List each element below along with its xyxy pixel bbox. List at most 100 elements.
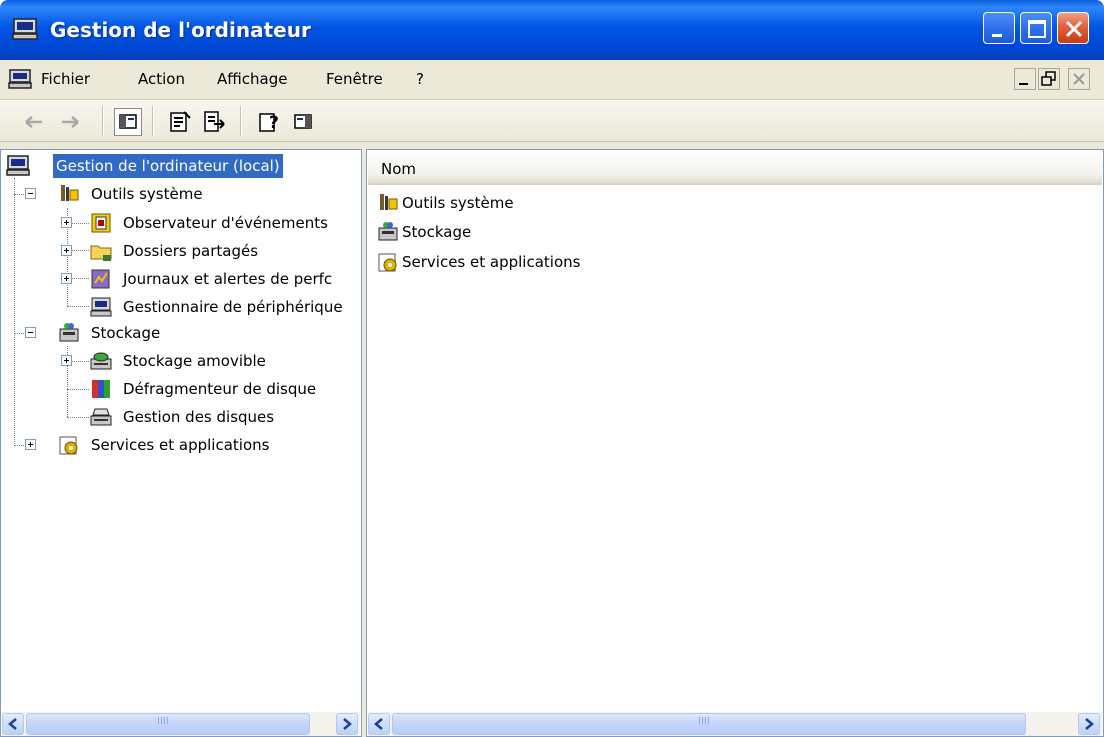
svg-text:?: ? <box>269 113 279 133</box>
restore-icon <box>1041 71 1056 86</box>
tree-label-perf-logs: Journaux et alertes de perfc <box>123 270 333 288</box>
tree-item-services-apps[interactable]: Services et applications <box>57 433 357 457</box>
tree-item-storage[interactable]: Stockage <box>57 321 357 345</box>
list-item-label: Outils système <box>402 194 514 212</box>
scroll-thumb[interactable]: IIII <box>26 713 310 735</box>
tree-item-defragmenter[interactable]: Défragmenteur de disque <box>89 377 361 401</box>
properties-button[interactable] <box>166 108 194 136</box>
scroll-thumb[interactable]: IIII <box>392 713 1026 735</box>
menu-affichage[interactable]: Affichage <box>217 70 287 88</box>
expand-toggle[interactable] <box>61 245 72 256</box>
toolbar-separator <box>240 106 242 136</box>
tree-label-disk-management: Gestion des disques <box>123 408 275 426</box>
title-bar[interactable]: Gestion de l'ordinateur <box>0 0 1104 60</box>
scroll-right-button[interactable] <box>336 713 358 735</box>
collapse-toggle[interactable] <box>25 327 36 338</box>
tree-item-perf-logs[interactable]: Journaux et alertes de perfc <box>89 267 359 291</box>
list-item[interactable]: Stockage <box>376 219 776 245</box>
tree-label-device-manager: Gestionnaire de périphérique <box>123 298 343 316</box>
child-minimize-button[interactable] <box>1014 68 1036 90</box>
removable-storage-icon <box>90 352 112 370</box>
tree-item-root[interactable]: Gestion de l'ordinateur (local) <box>1 154 361 178</box>
performance-logs-icon <box>91 269 110 289</box>
scroll-left-button[interactable] <box>2 713 24 735</box>
system-menu-icon[interactable] <box>8 68 32 90</box>
expand-toggle[interactable] <box>25 439 36 450</box>
tree-connector <box>14 178 15 446</box>
plus-icon <box>64 276 69 281</box>
scroll-grip-icon: IIII <box>698 716 710 727</box>
right-horizontal-scrollbar[interactable]: IIII <box>368 712 1102 736</box>
plus-icon <box>64 358 69 363</box>
list-item[interactable]: Outils système <box>376 190 776 216</box>
back-button[interactable] <box>20 108 48 136</box>
back-arrow-icon <box>25 116 42 128</box>
tree-item-system-tools[interactable]: Outils système <box>57 182 357 206</box>
tree-item-shared-folders[interactable]: Dossiers partagés <box>89 239 361 263</box>
tree-item-removable-storage[interactable]: Stockage amovible <box>89 349 361 373</box>
toolbar: ? <box>0 100 1104 142</box>
tree-connector <box>67 389 89 390</box>
minus-icon <box>28 332 33 333</box>
close-icon <box>1065 20 1083 38</box>
export-list-icon <box>204 111 225 132</box>
left-horizontal-scrollbar[interactable]: IIII <box>2 712 360 736</box>
maximize-button[interactable] <box>1020 12 1052 44</box>
services-apps-icon <box>59 436 78 455</box>
list-item[interactable]: Services et applications <box>376 249 776 275</box>
tree-item-event-viewer[interactable]: Observateur d'événements <box>89 211 361 235</box>
close-button[interactable] <box>1057 12 1089 44</box>
expand-toggle[interactable] <box>61 217 72 228</box>
computer-management-icon <box>12 18 38 40</box>
scroll-grip-icon: IIII <box>157 716 169 727</box>
scroll-right-button[interactable] <box>1078 713 1100 735</box>
content-area: Gestion de l'ordinateur (local) Outils s… <box>0 142 1104 737</box>
tree-pane[interactable]: Gestion de l'ordinateur (local) Outils s… <box>0 149 362 737</box>
tree-label-services-apps: Services et applications <box>91 436 270 454</box>
show-hide-tree-button[interactable] <box>114 108 142 136</box>
minus-icon <box>28 193 33 194</box>
maximize-icon <box>1028 20 1046 38</box>
expand-toggle[interactable] <box>61 273 72 284</box>
show-hide-tree-icon <box>119 114 137 129</box>
tree-item-device-manager[interactable]: Gestionnaire de périphérique <box>89 295 361 319</box>
column-header[interactable]: Nom <box>368 151 1102 185</box>
minimize-button[interactable] <box>983 12 1015 44</box>
tree-connector <box>67 417 89 418</box>
plus-icon <box>64 220 69 225</box>
storage-icon <box>59 323 79 342</box>
tree-item-disk-management[interactable]: Gestion des disques <box>89 405 361 429</box>
column-header-name: Nom <box>381 160 417 178</box>
tree-label-root: Gestion de l'ordinateur (local) <box>53 154 283 178</box>
list-pane[interactable]: Nom Outils système Stockage Services et … <box>366 149 1104 737</box>
help-icon: ? <box>259 113 279 133</box>
disk-management-icon <box>90 408 112 426</box>
arrow-left-icon <box>374 718 383 730</box>
export-list-button[interactable] <box>200 108 228 136</box>
tree-connector <box>67 306 89 307</box>
forward-button[interactable] <box>56 108 84 136</box>
menu-fichier[interactable]: Fichier <box>41 70 90 88</box>
menu-fenetre[interactable]: Fenêtre <box>326 70 383 88</box>
show-hide-action-pane-button[interactable] <box>290 108 318 136</box>
menu-help[interactable]: ? <box>416 70 424 88</box>
tree-label-system-tools: Outils système <box>91 185 203 203</box>
shared-folder-icon <box>90 245 112 261</box>
menu-action[interactable]: Action <box>138 70 185 88</box>
help-button[interactable]: ? <box>256 108 284 136</box>
arrow-right-icon <box>1085 718 1094 730</box>
window-title: Gestion de l'ordinateur <box>50 18 311 42</box>
list-item-label: Stockage <box>402 223 472 241</box>
tree-label-defragmenter: Défragmenteur de disque <box>123 380 317 398</box>
minimize-icon <box>1019 83 1028 85</box>
defragmenter-icon <box>92 380 110 398</box>
tree-label-storage: Stockage <box>91 324 161 342</box>
child-restore-button[interactable] <box>1038 68 1060 90</box>
computer-icon <box>6 155 30 176</box>
system-tools-icon <box>61 185 79 201</box>
child-close-button[interactable] <box>1068 68 1090 90</box>
scroll-left-button[interactable] <box>368 713 390 735</box>
arrow-right-icon <box>343 718 352 730</box>
expand-toggle[interactable] <box>61 355 72 366</box>
collapse-toggle[interactable] <box>25 188 36 199</box>
